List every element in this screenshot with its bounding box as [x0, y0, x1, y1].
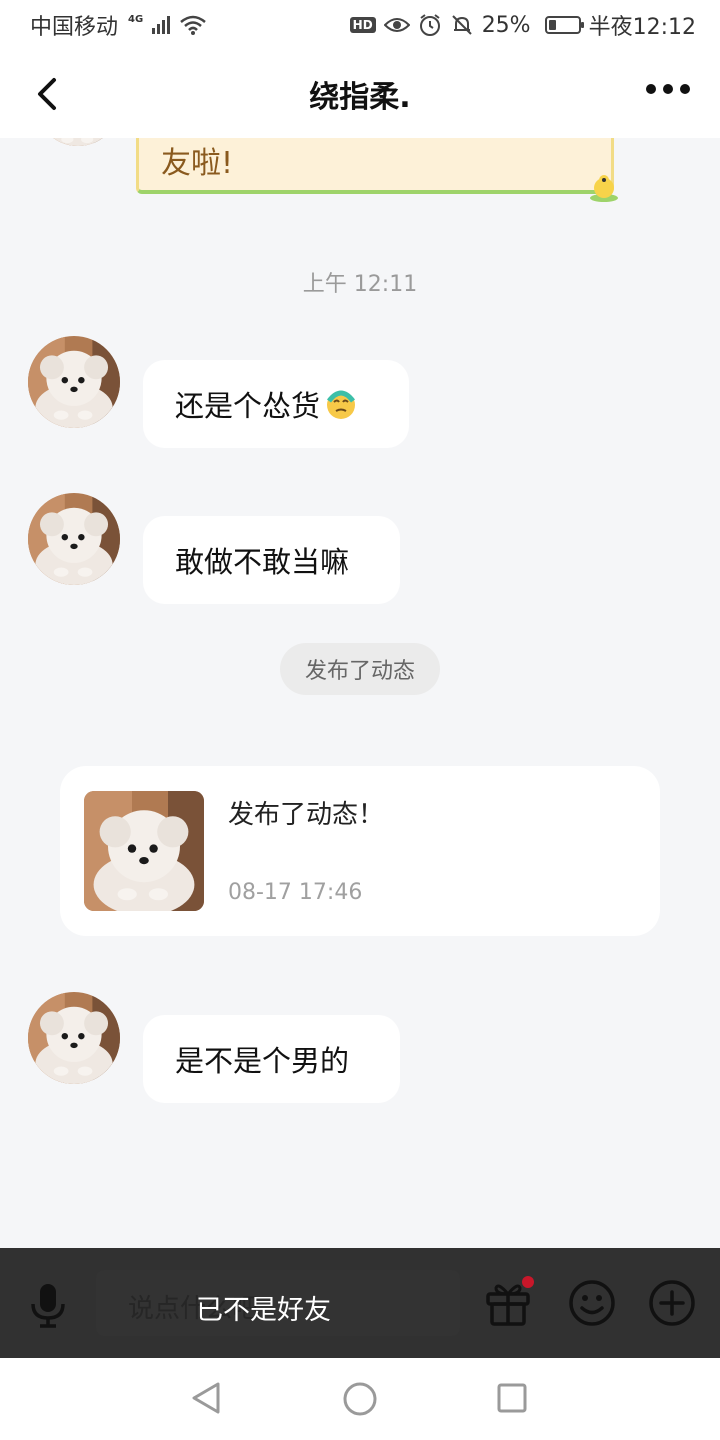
avatar[interactable] [28, 493, 120, 585]
status-bar: 中国移动 4G HD 25% 半夜12:12 [0, 0, 720, 50]
avatar[interactable] [28, 992, 120, 1084]
not-friend-notice: 已不是好友 [196, 1295, 331, 1326]
card-text: 友啦! [161, 146, 234, 181]
message-bubble[interactable]: 敢做不敢当嘛 [143, 516, 400, 604]
page-title: 绕指柔. [309, 80, 411, 115]
eye-icon [383, 18, 410, 32]
avatar[interactable] [40, 138, 116, 146]
chat-area[interactable]: 友啦! 上午 12:11 还是个怂货 敢做不敢当嘛 发布了动态 发布了动态！ 0… [0, 138, 720, 1248]
title-bar: 绕指柔. [0, 50, 720, 138]
more-dot [646, 84, 656, 94]
message-text: 还是个怂货 [175, 389, 321, 423]
battery-icon [544, 16, 584, 34]
more-icon[interactable] [646, 84, 690, 94]
clock: 半夜12:12 [588, 15, 696, 40]
more-dot [680, 84, 690, 94]
avatar[interactable] [28, 336, 120, 428]
shy-face-emoji-icon [327, 390, 356, 419]
carrier-label: 中国移动 [30, 15, 119, 40]
back-arrow-icon[interactable] [30, 74, 66, 114]
time-divider: 上午 12:11 [302, 272, 418, 297]
message-bubble[interactable]: 还是个怂货 [143, 360, 409, 448]
wifi-icon [180, 15, 206, 35]
greeting-card-bubble[interactable]: 友啦! [136, 138, 614, 194]
message-bubble[interactable]: 是不是个男的 [143, 1015, 400, 1103]
mute-bell-icon [451, 15, 472, 35]
input-bar: 说点什么吧 已不是好友 [0, 1248, 720, 1358]
microphone-icon[interactable] [28, 1282, 68, 1328]
nav-back-icon[interactable] [190, 1380, 222, 1416]
more-dot [663, 84, 673, 94]
status-right: HD 25% 半夜12:12 [349, 9, 696, 41]
plus-icon[interactable] [648, 1279, 696, 1327]
battery-percent: 25% [481, 12, 531, 38]
smile-icon[interactable] [568, 1279, 616, 1327]
network-type: 4G [128, 13, 144, 25]
system-notice: 发布了动态 [280, 643, 440, 695]
chick-sticker-icon [590, 175, 618, 202]
nav-recent-apps-icon[interactable] [497, 1383, 527, 1413]
moment-title: 发布了动态！ [228, 800, 385, 830]
signal-icon [152, 16, 171, 34]
message-text: 是不是个男的 [175, 1044, 350, 1078]
battery-fill [548, 20, 556, 30]
notification-dot [522, 1276, 534, 1288]
system-nav-bar [0, 1358, 720, 1440]
hd-badge: HD [349, 17, 376, 33]
moment-thumbnail[interactable] [84, 791, 204, 911]
nav-home-icon[interactable] [343, 1382, 377, 1416]
alarm-icon [419, 14, 440, 36]
message-text: 敢做不敢当嘛 [175, 545, 350, 579]
moment-card[interactable]: 发布了动态！ 08-17 17:46 [60, 766, 660, 936]
moment-date: 08-17 17:46 [228, 880, 363, 905]
status-left: 中国移动 4G [30, 9, 207, 41]
